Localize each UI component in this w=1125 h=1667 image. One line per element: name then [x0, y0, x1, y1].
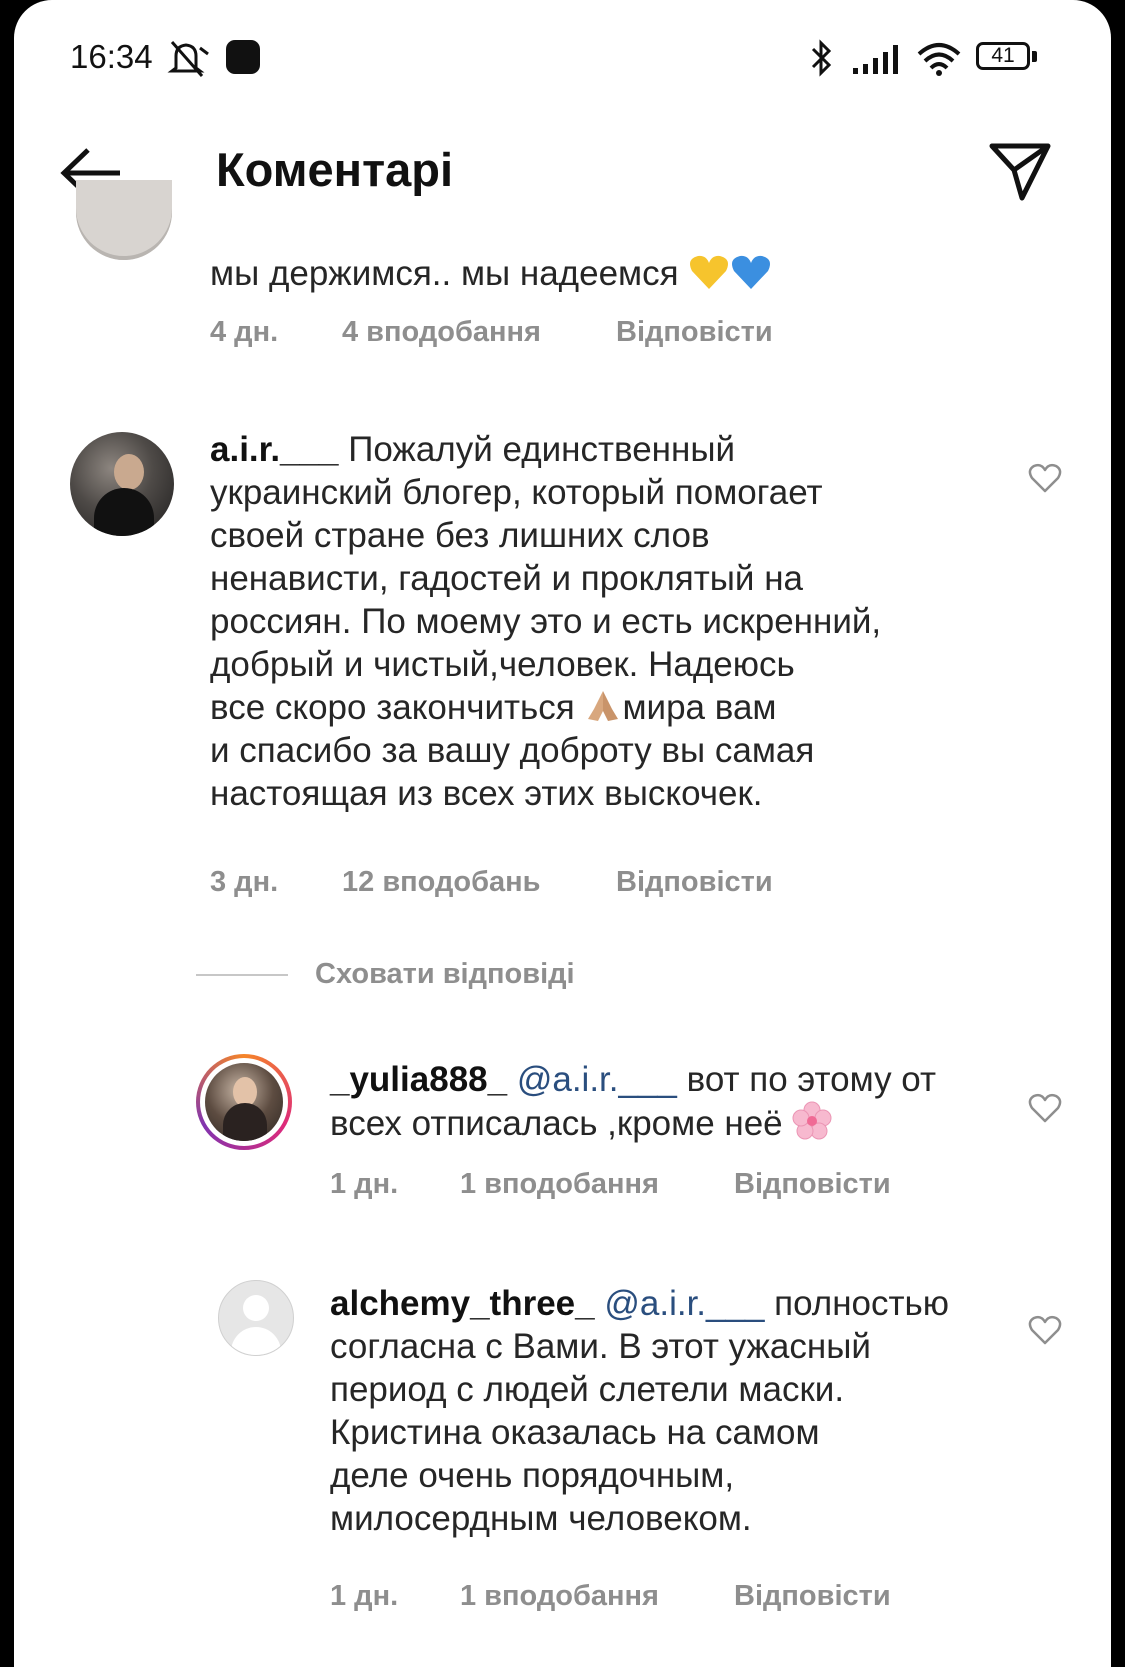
- reply-time: 1 дн.: [330, 1168, 399, 1200]
- reply-line: вот по этому от: [686, 1060, 937, 1099]
- reply-meta: 1 дн. 1 вподобання Відповісти: [330, 1580, 1030, 1614]
- status-time: 16:34: [70, 38, 153, 75]
- signal-icon: [853, 45, 898, 74]
- comment-line: мира вам: [622, 688, 777, 727]
- reply-button[interactable]: Відповісти: [734, 1168, 891, 1201]
- mute-icon: [167, 41, 209, 77]
- comment-body: мы держимся.. мы надеемся: [210, 254, 679, 293]
- comment-line: россиян. По моему это и есть искренний,: [210, 602, 882, 641]
- reply-time: 1 дн.: [330, 1580, 399, 1612]
- send-icon[interactable]: [988, 140, 1052, 202]
- comment-likes[interactable]: 12 вподобань: [342, 866, 541, 899]
- comment-line: добрый и чистый,человек. Надеюсь: [210, 645, 795, 684]
- comment-meta: 4 дн. 4 вподобання Відповісти: [210, 316, 910, 350]
- like-heart-icon[interactable]: [1028, 462, 1062, 494]
- reply-line: Кристина оказалась на самом: [330, 1413, 820, 1452]
- comment-line: настоящая из всех этих выскочек.: [210, 774, 763, 813]
- bluetooth-icon: [811, 39, 832, 77]
- battery-icon: 41: [976, 42, 1042, 76]
- comment-line: своей стране без лишних слов: [210, 516, 710, 555]
- comment-username[interactable]: a.i.r.___: [210, 430, 338, 469]
- avatar[interactable]: [70, 432, 174, 536]
- reply-button[interactable]: Відповісти: [734, 1580, 891, 1613]
- comment-line: Пожалуй единственный: [348, 430, 736, 469]
- reply-username[interactable]: _yulia888_: [330, 1060, 507, 1099]
- default-avatar[interactable]: [218, 1280, 294, 1356]
- reply-button[interactable]: Відповісти: [616, 866, 773, 899]
- reply-text: _yulia888_ @a.i.r.___ вот по этому от вс…: [330, 1058, 990, 1145]
- reply-username[interactable]: alchemy_three_: [330, 1284, 595, 1323]
- status-bar: 16:34 41: [14, 0, 1111, 110]
- like-heart-icon[interactable]: [1028, 1092, 1062, 1124]
- comment-meta: 3 дн. 12 вподобань Відповісти: [210, 866, 910, 900]
- avatar[interactable]: [196, 1054, 292, 1150]
- battery-level: 41: [976, 42, 1030, 70]
- hide-replies-button[interactable]: Сховати відповіді: [315, 958, 575, 991]
- like-heart-icon[interactable]: [1028, 1314, 1062, 1346]
- reply-button[interactable]: Відповісти: [616, 316, 773, 349]
- reply-likes[interactable]: 1 вподобання: [460, 1168, 659, 1201]
- app-notification-icon: [226, 40, 260, 74]
- comment-likes[interactable]: 4 вподобання: [342, 316, 541, 349]
- comment-time: 4 дн.: [210, 316, 279, 348]
- page-title: Коментарі: [216, 143, 453, 196]
- reply-line: всех отписалась ,кроме неё: [330, 1104, 783, 1143]
- comment-text: a.i.r.___ Пожалуй единственный украински…: [210, 428, 970, 815]
- mention-link[interactable]: @a.i.r.___: [604, 1284, 764, 1323]
- comment-line: все скоро закончиться: [210, 688, 575, 727]
- thread-divider: [196, 974, 288, 976]
- comment-line: и спасибо за вашу доброту вы самая: [210, 731, 815, 770]
- reply-likes[interactable]: 1 вподобання: [460, 1580, 659, 1613]
- comment-line: украинский блогер, который помогает: [210, 473, 823, 512]
- reply-line: милосердным человеком.: [330, 1499, 752, 1538]
- wifi-icon: [917, 43, 961, 76]
- mention-link[interactable]: @a.i.r.___: [517, 1060, 677, 1099]
- comment-line: ненависти, гадостей и проклятый на: [210, 559, 803, 598]
- cherry-blossom-emoji: [792, 1101, 832, 1140]
- reply-line: согласна с Вами. В этот ужасный: [330, 1327, 871, 1366]
- reply-text: alchemy_three_ @a.i.r.___ полностью согл…: [330, 1282, 1010, 1540]
- reply-meta: 1 дн. 1 вподобання Відповісти: [330, 1168, 1030, 1202]
- comment-time: 3 дн.: [210, 866, 279, 898]
- yellow-heart-emoji: [690, 255, 729, 289]
- reply-line: полностью: [774, 1284, 950, 1323]
- blue-heart-emoji: [732, 255, 771, 289]
- app-header: Коментарі: [14, 110, 1111, 230]
- avatar[interactable]: [76, 180, 172, 260]
- reply-line: деле очень порядочным,: [330, 1456, 735, 1495]
- praying-hands-emoji: [588, 691, 619, 721]
- comment-text: мы держимся.. мы надеемся: [210, 252, 772, 295]
- reply-line: период с людей слетели маски.: [330, 1370, 845, 1409]
- comments-screen: 16:34 41 Коментарі мы держимся.. мы наде…: [14, 0, 1111, 1667]
